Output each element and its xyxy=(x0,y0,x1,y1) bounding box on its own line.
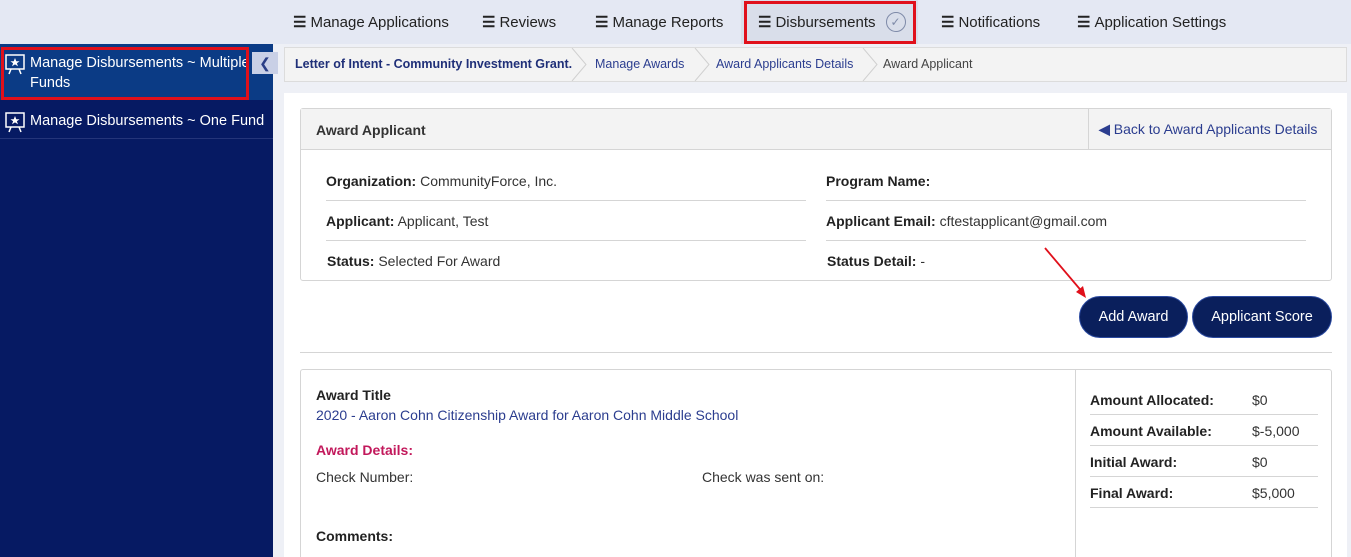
field-label: Applicant: xyxy=(326,213,395,229)
field-label: Status: xyxy=(327,253,375,269)
card-title: Award Applicant xyxy=(316,122,426,138)
field-value: cftestapplicant@gmail.com xyxy=(939,213,1108,229)
applicant-score-button[interactable]: Applicant Score xyxy=(1192,296,1332,338)
status-detail-field: Status Detail: - xyxy=(827,253,925,269)
card-header: Award Applicant ◀ Back to Award Applicant… xyxy=(301,109,1331,150)
field-label: Program Name: xyxy=(826,173,931,189)
award-details-label: Award Details: xyxy=(316,442,413,458)
breadcrumb-item[interactable]: Manage Awards xyxy=(595,48,684,81)
chevron-left-icon: ❮ xyxy=(259,55,271,71)
award-card: Award Title 2020 - Aaron Cohn Citizenshi… xyxy=(300,369,1332,557)
amounts-panel: Amount Allocated: $0 Amount Available: $… xyxy=(1075,370,1332,557)
check-sent-label: Check was sent on: xyxy=(702,469,825,485)
menu-icon: ☰ xyxy=(293,14,307,31)
amount-value: $0 xyxy=(1252,454,1268,470)
sidebar-item-label: Manage Disbursements ~ One Fund xyxy=(30,113,265,129)
main-content: Award Applicant ◀ Back to Award Applicant… xyxy=(284,93,1347,557)
field-label: Organization: xyxy=(326,173,417,189)
menu-icon: ☰ xyxy=(1077,14,1091,31)
annotation-arrow-icon xyxy=(1044,247,1086,298)
amount-label: Final Award: xyxy=(1090,485,1174,501)
nav-label: Manage Applications xyxy=(310,13,449,31)
nav-manage-reports[interactable]: ☰ Manage Reports xyxy=(595,0,723,44)
menu-icon: ☰ xyxy=(595,14,609,31)
field-value: Selected For Award xyxy=(378,253,501,269)
amount-value: $-5,000 xyxy=(1252,423,1300,439)
breadcrumb-item: Award Applicant xyxy=(883,57,973,71)
menu-icon: ☰ xyxy=(482,14,496,31)
highlight-box xyxy=(1,47,249,100)
nav-label: Notifications xyxy=(958,13,1041,31)
amount-row: Amount Allocated: $0 xyxy=(1090,384,1318,415)
applicant-field: Applicant: Applicant, Test xyxy=(326,213,488,229)
chevron-right-icon xyxy=(694,48,710,81)
nav-label: Reviews xyxy=(499,13,557,31)
amount-value: $0 xyxy=(1252,392,1268,408)
divider xyxy=(326,240,806,241)
applicant-email-field: Applicant Email: cftestapplicant@gmail.c… xyxy=(826,213,1107,229)
breadcrumb-item[interactable]: Award Applicants Details xyxy=(716,48,853,81)
divider xyxy=(826,200,1306,201)
divider xyxy=(326,200,806,201)
section-divider xyxy=(300,352,1332,353)
breadcrumb: Letter of Intent - Community Investment … xyxy=(284,47,1347,82)
award-title-label: Award Title xyxy=(316,387,391,403)
amount-label: Initial Award: xyxy=(1090,454,1178,470)
field-label: Applicant Email: xyxy=(826,213,936,229)
amount-row: Final Award: $5,000 xyxy=(1090,477,1318,508)
back-link[interactable]: ◀ Back to Award Applicants Details xyxy=(1088,109,1331,149)
chevron-right-icon xyxy=(571,48,587,81)
chevron-right-icon xyxy=(862,48,878,81)
amount-row: Amount Available: $-5,000 xyxy=(1090,415,1318,446)
field-value: Applicant, Test xyxy=(397,213,489,229)
skip-back-icon: ◀ xyxy=(1099,121,1110,137)
add-award-button[interactable]: Add Award xyxy=(1079,296,1188,338)
amount-label: Amount Allocated: xyxy=(1090,392,1214,408)
sidebar-item-one-fund[interactable]: Manage Disbursements ~ One Fund xyxy=(0,107,273,139)
award-title-value[interactable]: 2020 - Aaron Cohn Citizenship Award for … xyxy=(316,407,738,423)
field-label: Status Detail: xyxy=(827,253,917,269)
back-link-label: Back to Award Applicants Details xyxy=(1113,121,1318,137)
check-number-label: Check Number: xyxy=(316,469,414,485)
nav-label: Application Settings xyxy=(1094,13,1227,31)
amount-value: $5,000 xyxy=(1252,485,1295,501)
breadcrumb-item[interactable]: Letter of Intent - Community Investment … xyxy=(295,48,572,81)
status-field: Status: Selected For Award xyxy=(327,253,500,269)
menu-icon: ☰ xyxy=(941,14,955,31)
nav-notifications[interactable]: ☰ Notifications xyxy=(941,0,1040,44)
nav-manage-applications[interactable]: ☰ Manage Applications xyxy=(293,0,449,44)
collapse-sidebar-button[interactable]: ❮ xyxy=(252,52,278,74)
field-value: CommunityForce, Inc. xyxy=(420,173,558,189)
amount-row: Initial Award: $0 xyxy=(1090,446,1318,477)
organization-field: Organization: CommunityForce, Inc. xyxy=(326,173,557,189)
divider xyxy=(826,240,1306,241)
nav-label: Manage Reports xyxy=(612,13,724,31)
highlight-box xyxy=(744,1,916,44)
program-name-field: Program Name: xyxy=(826,173,930,189)
award-icon xyxy=(5,112,25,133)
nav-application-settings[interactable]: ☰ Application Settings xyxy=(1077,0,1226,44)
field-value: - xyxy=(920,253,926,269)
amount-label: Amount Available: xyxy=(1090,423,1212,439)
sidebar: Manage Disbursements ~ Multiple Funds Ma… xyxy=(0,44,273,557)
applicant-card: Award Applicant ◀ Back to Award Applicant… xyxy=(300,108,1332,281)
nav-reviews[interactable]: ☰ Reviews xyxy=(482,0,556,44)
comments-label: Comments: xyxy=(316,528,394,544)
top-nav: ☰ Manage Applications ☰ Reviews ☰ Manage… xyxy=(0,0,1351,44)
